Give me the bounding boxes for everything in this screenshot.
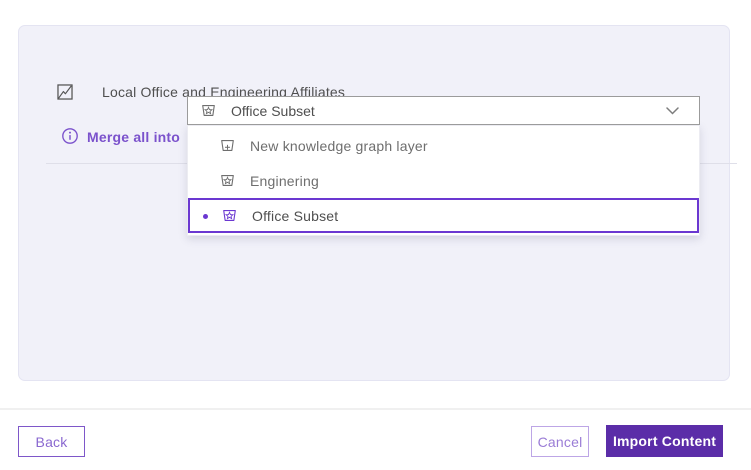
info-icon[interactable] — [61, 127, 79, 145]
knowledge-graph-layer-icon — [200, 102, 217, 119]
knowledge-graph-layer-icon — [219, 172, 236, 189]
back-button[interactable]: Back — [18, 426, 85, 457]
merge-target-select[interactable]: Office Subset — [187, 96, 700, 125]
sketch-layer-icon — [56, 83, 74, 101]
chevron-down-icon — [666, 107, 679, 115]
cancel-button[interactable]: Cancel — [531, 426, 589, 457]
footer-divider — [0, 408, 751, 410]
selected-bullet — [203, 214, 208, 219]
dropdown-item-label: New knowledge graph layer — [250, 138, 428, 154]
dropdown-item-enginering[interactable]: Enginering — [188, 163, 699, 198]
new-knowledge-graph-layer-icon — [219, 137, 236, 154]
select-value: Office Subset — [231, 103, 666, 119]
knowledge-graph-layer-icon — [221, 207, 238, 224]
dropdown-item-office-subset[interactable]: Office Subset — [188, 198, 699, 233]
dropdown-item-label: Office Subset — [252, 208, 338, 224]
merge-target-dropdown: New knowledge graph layer Enginering Off… — [187, 125, 700, 236]
import-content-button[interactable]: Import Content — [606, 425, 723, 457]
dropdown-item-new-layer[interactable]: New knowledge graph layer — [188, 128, 699, 163]
dropdown-item-label: Enginering — [250, 173, 319, 189]
merge-all-into-label: Merge all into — [87, 129, 180, 145]
